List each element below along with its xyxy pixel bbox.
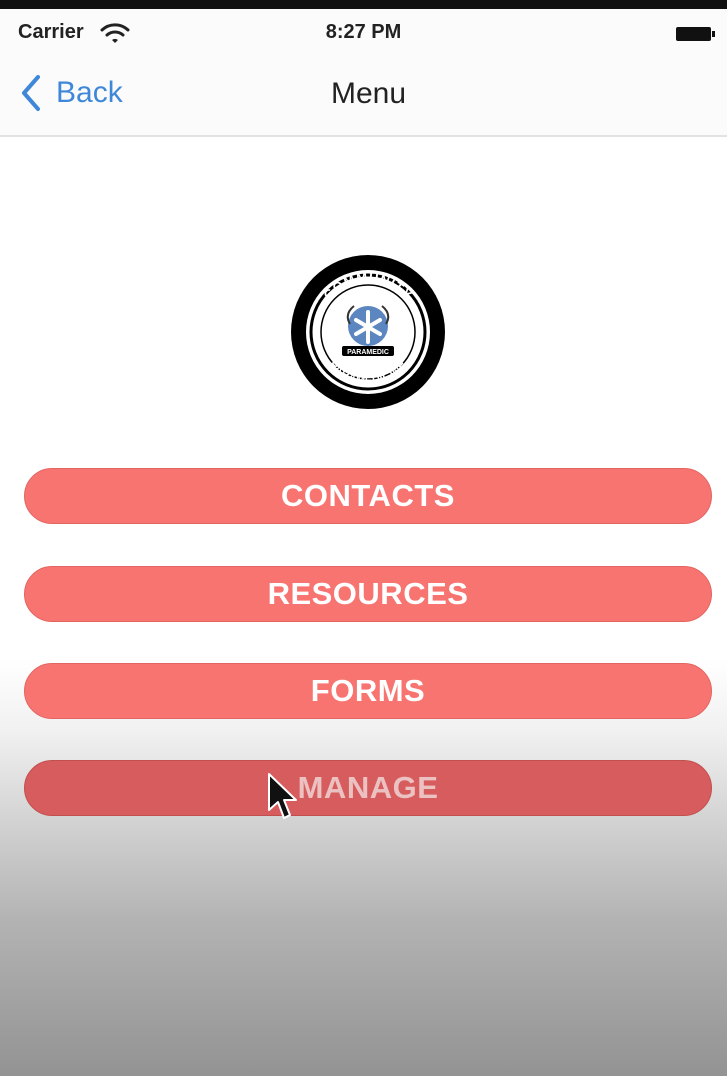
mouse-cursor-icon <box>268 773 297 819</box>
manage-button[interactable]: MANAGE <box>24 760 712 816</box>
svg-text:PARAMEDIC: PARAMEDIC <box>347 349 389 356</box>
status-bar: Carrier 8:27 PM <box>0 9 727 55</box>
top-edge <box>0 0 727 9</box>
forms-button-label: FORMS <box>310 673 426 708</box>
contacts-button-label: CONTACTS <box>281 478 455 513</box>
app-screen: Carrier 8:27 PM Back Menu PARAMEDIC COMM… <box>0 0 727 1076</box>
status-time: 8:27 PM <box>325 21 402 43</box>
manage-button-label: MANAGE <box>297 770 439 805</box>
battery-icon <box>676 27 715 41</box>
resources-button-label: RESOURCES <box>267 576 469 611</box>
resources-button[interactable]: RESOURCES <box>24 566 712 622</box>
navigation-bar: Back Menu <box>0 55 727 137</box>
page-title: Menu <box>330 77 407 110</box>
community-paramedicine-logo: PARAMEDIC COMMUNITY PARAMEDICINE <box>291 255 445 409</box>
contacts-button[interactable]: CONTACTS <box>24 468 712 524</box>
forms-button[interactable]: FORMS <box>24 663 712 719</box>
